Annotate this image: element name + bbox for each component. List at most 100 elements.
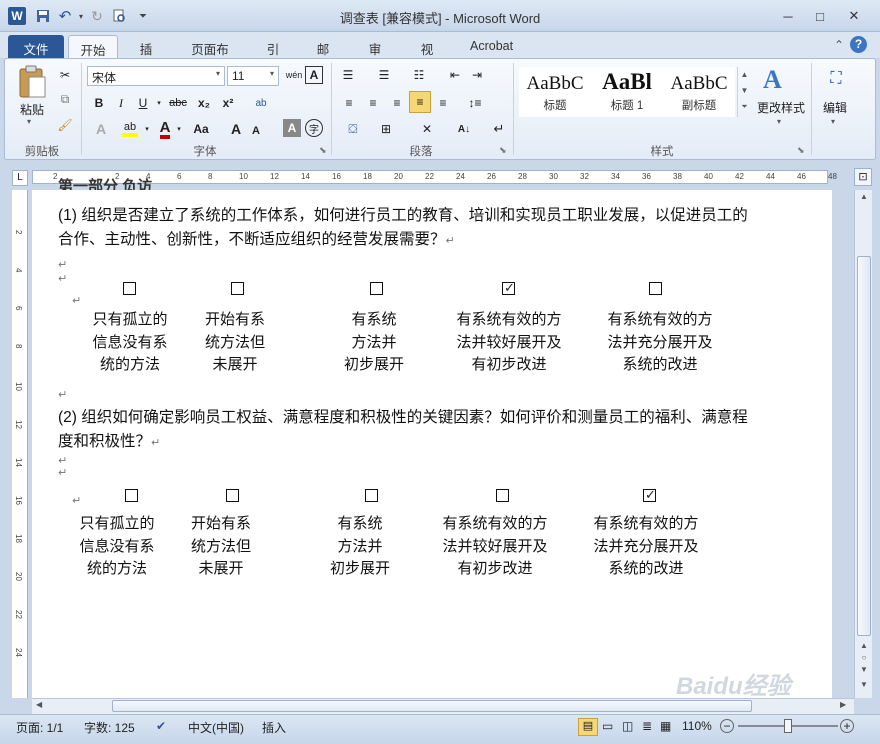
language-indicator[interactable]: 中文(中国)	[188, 719, 244, 736]
vertical-scrollbar[interactable]: ▲ ▲ ○ ▼ ▼	[854, 190, 872, 698]
tab-acrobat[interactable]: Acrobat	[460, 35, 522, 58]
tab-home[interactable]: 开始	[68, 35, 118, 58]
subscript-button[interactable]: x₂	[193, 93, 215, 113]
q1-option-checkbox-1[interactable]	[123, 282, 136, 295]
line-spacing-icon[interactable]: ↕≡	[461, 93, 489, 113]
zoom-in-icon[interactable]: +	[840, 719, 854, 733]
tab-view[interactable]: 视图	[406, 35, 448, 76]
page-count[interactable]: 页面: 1/1	[16, 719, 63, 736]
font-color-icon[interactable]: A	[155, 119, 175, 139]
question-1[interactable]: (1) 组织是否建立了系统的工作体系，如何进行员工的教育、培训和实现员工职业发展…	[58, 204, 748, 253]
paragraph-dialog-launcher-icon[interactable]: ⬊	[499, 145, 507, 156]
font-dialog-launcher-icon[interactable]: ⬊	[319, 145, 327, 156]
outline-view-icon[interactable]: ≣	[642, 719, 652, 733]
close-button[interactable]: ✕	[840, 6, 868, 26]
paste-button[interactable]: 粘贴	[15, 101, 49, 118]
character-shading-icon[interactable]: A	[283, 119, 301, 137]
borders-icon[interactable]: ⊞	[373, 119, 399, 139]
q2-option-checkbox-2[interactable]	[226, 489, 239, 502]
text-effects-icon[interactable]: A	[89, 119, 113, 139]
scroll-thumb[interactable]	[857, 256, 871, 636]
style-heading1[interactable]: AaBl 标题 1	[591, 67, 663, 117]
bullets-icon[interactable]: ☰	[337, 65, 359, 85]
question-2[interactable]: (2) 组织如何确定影响员工权益、满意程度和积极性的关键因素？如何评价和测量员工…	[58, 406, 748, 455]
scroll-down-icon[interactable]: ▼	[857, 680, 871, 689]
align-center-icon[interactable]: ≡	[363, 93, 383, 113]
vertical-ruler[interactable]: 2 4 6 8 10 12 14 16 18 20 22 24	[12, 190, 28, 698]
highlight-color-icon[interactable]: ab	[119, 119, 141, 139]
q2-option-checkbox-1[interactable]	[125, 489, 138, 502]
phonetic-guide-icon[interactable]: wén	[283, 65, 305, 85]
cut-icon[interactable]: ✂	[55, 65, 75, 85]
q1-option-checkbox-5[interactable]	[649, 282, 662, 295]
copy-icon[interactable]: ⧉	[55, 89, 75, 109]
full-screen-view-icon[interactable]: ▭	[602, 719, 613, 733]
q2-option-checkbox-5[interactable]: ✓	[643, 487, 656, 502]
q1-option-checkbox-4[interactable]: ✓	[502, 280, 515, 295]
character-border-icon[interactable]: A	[305, 66, 323, 84]
tab-review[interactable]: 审阅	[354, 35, 396, 76]
collapse-ribbon-icon[interactable]: ⌃	[834, 38, 844, 52]
grow-font-button[interactable]: A	[227, 119, 245, 139]
browse-object-icon[interactable]: ▲ ○ ▼	[857, 640, 871, 676]
hscroll-thumb[interactable]	[112, 700, 752, 712]
font-size-combo[interactable]: 11 ▾	[227, 66, 279, 86]
font-color-dropdown-icon[interactable]: ▾	[175, 119, 183, 139]
italic-button[interactable]: I	[111, 93, 131, 113]
editing-dropdown-icon[interactable]: ▾	[831, 117, 835, 126]
align-right-icon[interactable]: ≡	[387, 93, 407, 113]
bold-button[interactable]: B	[89, 93, 109, 113]
paste-icon[interactable]	[17, 65, 47, 99]
tab-page-layout[interactable]: 页面布局	[176, 35, 244, 76]
chinese-layout-icon[interactable]: ✕	[413, 119, 441, 139]
underline-dropdown-icon[interactable]: ▾	[155, 93, 163, 113]
paste-dropdown-icon[interactable]: ▾	[27, 117, 31, 126]
font-name-combo[interactable]: 宋体 ▾	[87, 66, 225, 86]
shrink-font-button[interactable]: A	[247, 121, 265, 141]
scroll-left-icon[interactable]: ◀	[36, 700, 42, 709]
scroll-up-icon[interactable]: ▲	[857, 192, 871, 206]
change-styles-dropdown-icon[interactable]: ▾	[777, 117, 781, 126]
word-count[interactable]: 字数: 125	[84, 719, 135, 736]
tab-selector[interactable]: L	[12, 170, 28, 186]
strikethrough-button[interactable]: abc	[165, 93, 191, 113]
distributed-icon[interactable]: ≡	[433, 93, 453, 113]
q1-option-checkbox-3[interactable]	[370, 282, 383, 295]
help-icon[interactable]: ?	[850, 36, 867, 53]
change-case-button[interactable]: Aa	[187, 119, 215, 139]
format-painter-icon[interactable]: 🖌	[55, 115, 75, 135]
q1-option-checkbox-2[interactable]	[231, 282, 244, 295]
minimize-button[interactable]: ─	[774, 6, 802, 26]
change-styles-icon[interactable]: A	[763, 65, 793, 95]
decrease-indent-icon[interactable]: ⇤	[445, 65, 465, 85]
sort-icon[interactable]: A↓	[453, 119, 475, 139]
maximize-button[interactable]: □	[806, 6, 834, 26]
web-layout-view-icon[interactable]: ◫	[622, 719, 633, 733]
zoom-level[interactable]: 110%	[682, 719, 712, 733]
style-subtitle[interactable]: AaBbC 副标题	[663, 67, 735, 117]
clear-format-icon[interactable]: ab	[249, 93, 273, 113]
q2-option-checkbox-3[interactable]	[365, 489, 378, 502]
highlight-dropdown-icon[interactable]: ▾	[143, 119, 151, 139]
style-title[interactable]: AaBbC 标题	[519, 67, 591, 117]
tab-mailings[interactable]: 邮件	[302, 35, 344, 76]
show-marks-icon[interactable]: ↵	[489, 119, 509, 139]
underline-button[interactable]: U	[133, 93, 153, 113]
tab-insert[interactable]: 插入	[124, 35, 168, 76]
justify-icon[interactable]: ≡	[409, 91, 431, 113]
tab-file[interactable]: 文件	[8, 35, 64, 58]
increase-indent-icon[interactable]: ⇥	[467, 65, 487, 85]
binoculars-icon[interactable]: ⛶	[821, 65, 851, 95]
tab-references[interactable]: 引用	[252, 35, 294, 76]
draft-view-icon[interactable]: ▦	[660, 719, 671, 733]
zoom-slider-thumb[interactable]	[784, 719, 792, 733]
shading-icon[interactable]: ⛋	[339, 119, 367, 139]
q2-option-checkbox-4[interactable]	[496, 489, 509, 502]
align-left-icon[interactable]: ≡	[339, 93, 359, 113]
multilevel-list-icon[interactable]: ☷	[407, 65, 431, 85]
styles-dialog-launcher-icon[interactable]: ⬊	[797, 145, 805, 156]
zoom-out-icon[interactable]: −	[720, 719, 734, 733]
insert-mode-indicator[interactable]: 插入	[262, 719, 286, 736]
enclose-characters-icon[interactable]: 字	[305, 119, 323, 137]
superscript-button[interactable]: x²	[217, 93, 239, 113]
